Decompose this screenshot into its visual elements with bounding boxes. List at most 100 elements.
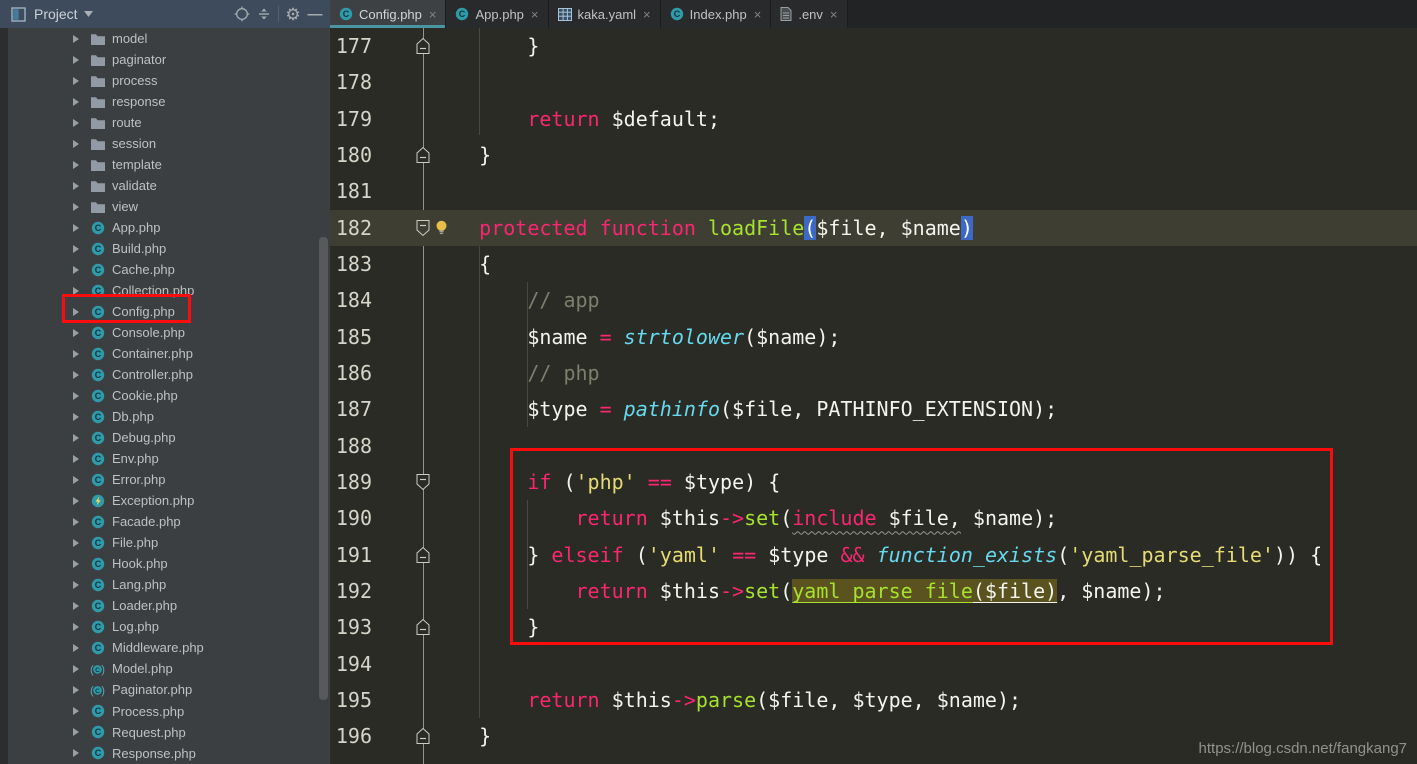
line-number[interactable]: 187: [330, 397, 372, 421]
tree-item-response[interactable]: response: [8, 91, 330, 112]
tree-item-route[interactable]: route: [8, 112, 330, 133]
collapse-all-icon[interactable]: [253, 3, 275, 25]
line-number[interactable]: 178: [330, 70, 372, 94]
expand-arrow-icon[interactable]: [72, 181, 81, 191]
expand-arrow-icon[interactable]: [72, 202, 81, 212]
tree-item-facade-php[interactable]: C Facade.php: [8, 511, 330, 532]
close-tab-icon[interactable]: ×: [830, 8, 838, 21]
fold-marker-icon[interactable]: [416, 146, 430, 164]
expand-arrow-icon[interactable]: [72, 55, 81, 65]
expand-arrow-icon[interactable]: [72, 307, 81, 317]
locate-icon[interactable]: [231, 3, 253, 25]
tree-item-view[interactable]: view: [8, 196, 330, 217]
tab-index-php[interactable]: C Index.php ×: [660, 0, 772, 28]
expand-arrow-icon[interactable]: [72, 223, 81, 233]
fold-marker-icon[interactable]: [416, 619, 430, 636]
expand-arrow-icon[interactable]: [72, 475, 81, 485]
close-tab-icon[interactable]: ×: [429, 8, 437, 21]
line-number[interactable]: 190: [330, 506, 372, 530]
tree-item-collection-php[interactable]: C Collection.php: [8, 280, 330, 301]
code-line-text[interactable]: return $this -> parse ($file, $type, $name)…: [431, 682, 1021, 718]
expand-arrow-icon[interactable]: [72, 685, 81, 695]
code-line-text[interactable]: // php: [431, 355, 599, 391]
tree-item-error-php[interactable]: C Error.php: [8, 469, 330, 490]
tree-item-model-php[interactable]: (C) Model.php: [8, 658, 330, 679]
expand-arrow-icon[interactable]: [72, 454, 81, 464]
fold-marker-icon[interactable]: [416, 546, 430, 563]
tree-item-lang-php[interactable]: C Lang.php: [8, 574, 330, 595]
tree-item-config-php[interactable]: C Config.php: [8, 301, 330, 322]
tree-item-log-php[interactable]: C Log.php: [8, 616, 330, 637]
tree-item-db-php[interactable]: C Db.php: [8, 406, 330, 427]
line-number[interactable]: 196: [330, 724, 372, 748]
tree-item-process-php[interactable]: C Process.php: [8, 701, 330, 722]
line-number[interactable]: 186: [330, 361, 372, 385]
tree-item-paginator[interactable]: paginator: [8, 49, 330, 70]
line-number[interactable]: 180: [330, 143, 372, 167]
tree-item-exception-php[interactable]: Exception.php: [8, 490, 330, 511]
expand-arrow-icon[interactable]: [72, 664, 81, 674]
tree-item-env-php[interactable]: C Env.php: [8, 448, 330, 469]
tree-item-model[interactable]: model: [8, 28, 330, 49]
line-number[interactable]: 183: [330, 252, 372, 276]
tree-item-cache-php[interactable]: C Cache.php: [8, 259, 330, 280]
line-number[interactable]: 179: [330, 107, 372, 131]
code-line-text[interactable]: } elseif ('yaml' == $type && function_ex…: [431, 537, 1322, 573]
expand-arrow-icon[interactable]: [72, 139, 81, 149]
tab-kaka-yaml[interactable]: kaka.yaml ×: [548, 0, 661, 28]
tree-item-cookie-php[interactable]: C Cookie.php: [8, 385, 330, 406]
expand-arrow-icon[interactable]: [72, 370, 81, 380]
code-line-text[interactable]: return $this -> set(include $file, $name);: [431, 500, 1058, 536]
expand-arrow-icon[interactable]: [72, 34, 81, 44]
expand-arrow-icon[interactable]: [72, 496, 81, 506]
tree-item-debug-php[interactable]: C Debug.php: [8, 427, 330, 448]
line-number[interactable]: 184: [330, 288, 372, 312]
expand-arrow-icon[interactable]: [72, 727, 81, 737]
expand-arrow-icon[interactable]: [72, 118, 81, 128]
expand-arrow-icon[interactable]: [72, 160, 81, 170]
tree-item-process[interactable]: process: [8, 70, 330, 91]
code-line-text[interactable]: return $default;: [431, 101, 720, 137]
settings-gear-icon[interactable]: ⚙: [282, 3, 304, 25]
code-editor[interactable]: 177 } 178 179 return $default; 180 } 181 182 …: [330, 28, 1417, 764]
tree-item-request-php[interactable]: C Request.php: [8, 722, 330, 743]
expand-arrow-icon[interactable]: [72, 412, 81, 422]
line-number[interactable]: 195: [330, 688, 372, 712]
tree-item-build-php[interactable]: C Build.php: [8, 238, 330, 259]
tree-scrollbar-thumb[interactable]: [319, 237, 328, 700]
expand-arrow-icon[interactable]: [72, 601, 81, 611]
close-tab-icon[interactable]: ×: [754, 8, 762, 21]
fold-marker-icon[interactable]: [416, 219, 430, 236]
expand-arrow-icon[interactable]: [72, 349, 81, 359]
expand-arrow-icon[interactable]: [72, 286, 81, 296]
line-number[interactable]: 185: [330, 325, 372, 349]
fold-marker-icon[interactable]: [416, 728, 430, 745]
project-panel-title[interactable]: Project: [34, 6, 78, 22]
code-line-text[interactable]: }: [431, 28, 539, 64]
line-number[interactable]: 194: [330, 652, 372, 676]
expand-arrow-icon[interactable]: [72, 76, 81, 86]
tree-item-container-php[interactable]: C Container.php: [8, 343, 330, 364]
code-line-text[interactable]: $type = pathinfo ($file, PATHINFO_EXTENSI…: [431, 391, 1057, 427]
expand-arrow-icon[interactable]: [72, 538, 81, 548]
close-tab-icon[interactable]: ×: [643, 8, 651, 21]
expand-arrow-icon[interactable]: [72, 244, 81, 254]
close-tab-icon[interactable]: ×: [531, 8, 539, 21]
tab-config-php[interactable]: C Config.php ×: [330, 0, 447, 28]
line-number[interactable]: 188: [330, 434, 372, 458]
tab-app-php[interactable]: C App.php ×: [446, 0, 549, 28]
expand-arrow-icon[interactable]: [72, 328, 81, 338]
tree-item-middleware-php[interactable]: C Middleware.php: [8, 637, 330, 658]
line-number[interactable]: 191: [330, 543, 372, 567]
tree-item-template[interactable]: template: [8, 154, 330, 175]
tree-item-validate[interactable]: validate: [8, 175, 330, 196]
expand-arrow-icon[interactable]: [72, 748, 81, 758]
chevron-down-icon[interactable]: [83, 11, 93, 17]
expand-arrow-icon[interactable]: [72, 517, 81, 527]
tree-item-hook-php[interactable]: C Hook.php: [8, 553, 330, 574]
code-line-text[interactable]: if ('php' == $type) {: [431, 464, 780, 500]
line-number[interactable]: 177: [330, 34, 372, 58]
code-line-text[interactable]: return $this -> set(yaml_parse_file ($file)…: [431, 573, 1166, 609]
line-number[interactable]: 181: [330, 179, 372, 203]
code-line-text[interactable]: }: [431, 609, 539, 645]
